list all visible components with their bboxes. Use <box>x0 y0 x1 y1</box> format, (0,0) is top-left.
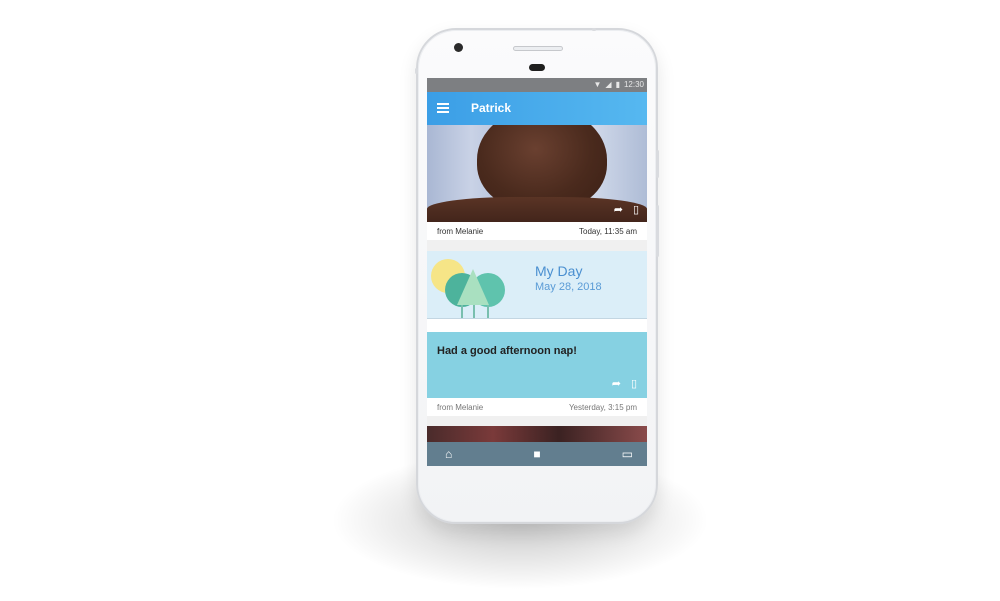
tree-illustration <box>457 269 489 305</box>
phone-screen: ▼ ◢ ▮ 12:30 Patrick ➦ ▯ from Melanie Tod… <box>427 78 647 466</box>
tree-trunk <box>487 305 489 318</box>
tree-trunk <box>473 305 475 318</box>
note-actions: ➦ ▯ <box>612 378 637 390</box>
video-icon[interactable]: ■ <box>533 448 540 460</box>
tree-trunk <box>461 305 463 318</box>
front-camera <box>454 43 463 52</box>
app-bar: Patrick <box>427 92 647 125</box>
myday-date: May 28, 2018 <box>535 281 602 293</box>
bookmark-icon[interactable]: ▯ <box>631 378 637 390</box>
proximity-sensor <box>529 64 545 71</box>
photo-meta: from Melanie Today, 11:35 am <box>427 222 647 240</box>
note-card[interactable]: Had a good afternoon nap! ➦ ▯ <box>427 332 647 398</box>
note-meta: from Melanie Yesterday, 3:15 pm <box>427 398 647 416</box>
power-button <box>656 150 659 178</box>
post-author: from Melanie <box>437 227 484 236</box>
share-icon[interactable]: ➦ <box>612 378 621 390</box>
myday-card[interactable]: My Day May 28, 2018 <box>427 251 647 320</box>
photo-actions: ➦ ▯ <box>614 204 639 216</box>
earpiece-speaker <box>513 46 563 51</box>
status-bar: ▼ ◢ ▮ 12:30 <box>427 78 647 92</box>
share-icon[interactable]: ➦ <box>614 204 623 216</box>
signal-icon: ◢ <box>605 80 612 89</box>
page-title: Patrick <box>471 101 512 115</box>
post-author: from Melanie <box>437 403 484 412</box>
note-text: Had a good afternoon nap! <box>437 345 577 357</box>
myday-title: My Day <box>535 263 583 279</box>
card-spacer <box>427 319 647 332</box>
battery-icon: ▮ <box>615 80 620 89</box>
post-time: Yesterday, 3:15 pm <box>568 403 637 412</box>
top-notch <box>592 28 596 31</box>
wifi-icon: ▼ <box>593 80 602 89</box>
volume-button <box>656 205 659 257</box>
baby-photo[interactable]: ➦ ▯ <box>427 125 647 222</box>
chat-icon[interactable]: ▭ <box>622 448 633 460</box>
post-time: Today, 11:35 am <box>579 227 637 236</box>
menu-icon[interactable] <box>437 101 451 115</box>
home-icon[interactable]: ⌂ <box>445 448 452 460</box>
bookmark-icon[interactable]: ▯ <box>633 204 639 216</box>
bottom-nav: ⌂ ■ ▭ <box>427 442 647 466</box>
status-time: 12:30 <box>623 80 644 89</box>
left-notch <box>415 68 418 74</box>
